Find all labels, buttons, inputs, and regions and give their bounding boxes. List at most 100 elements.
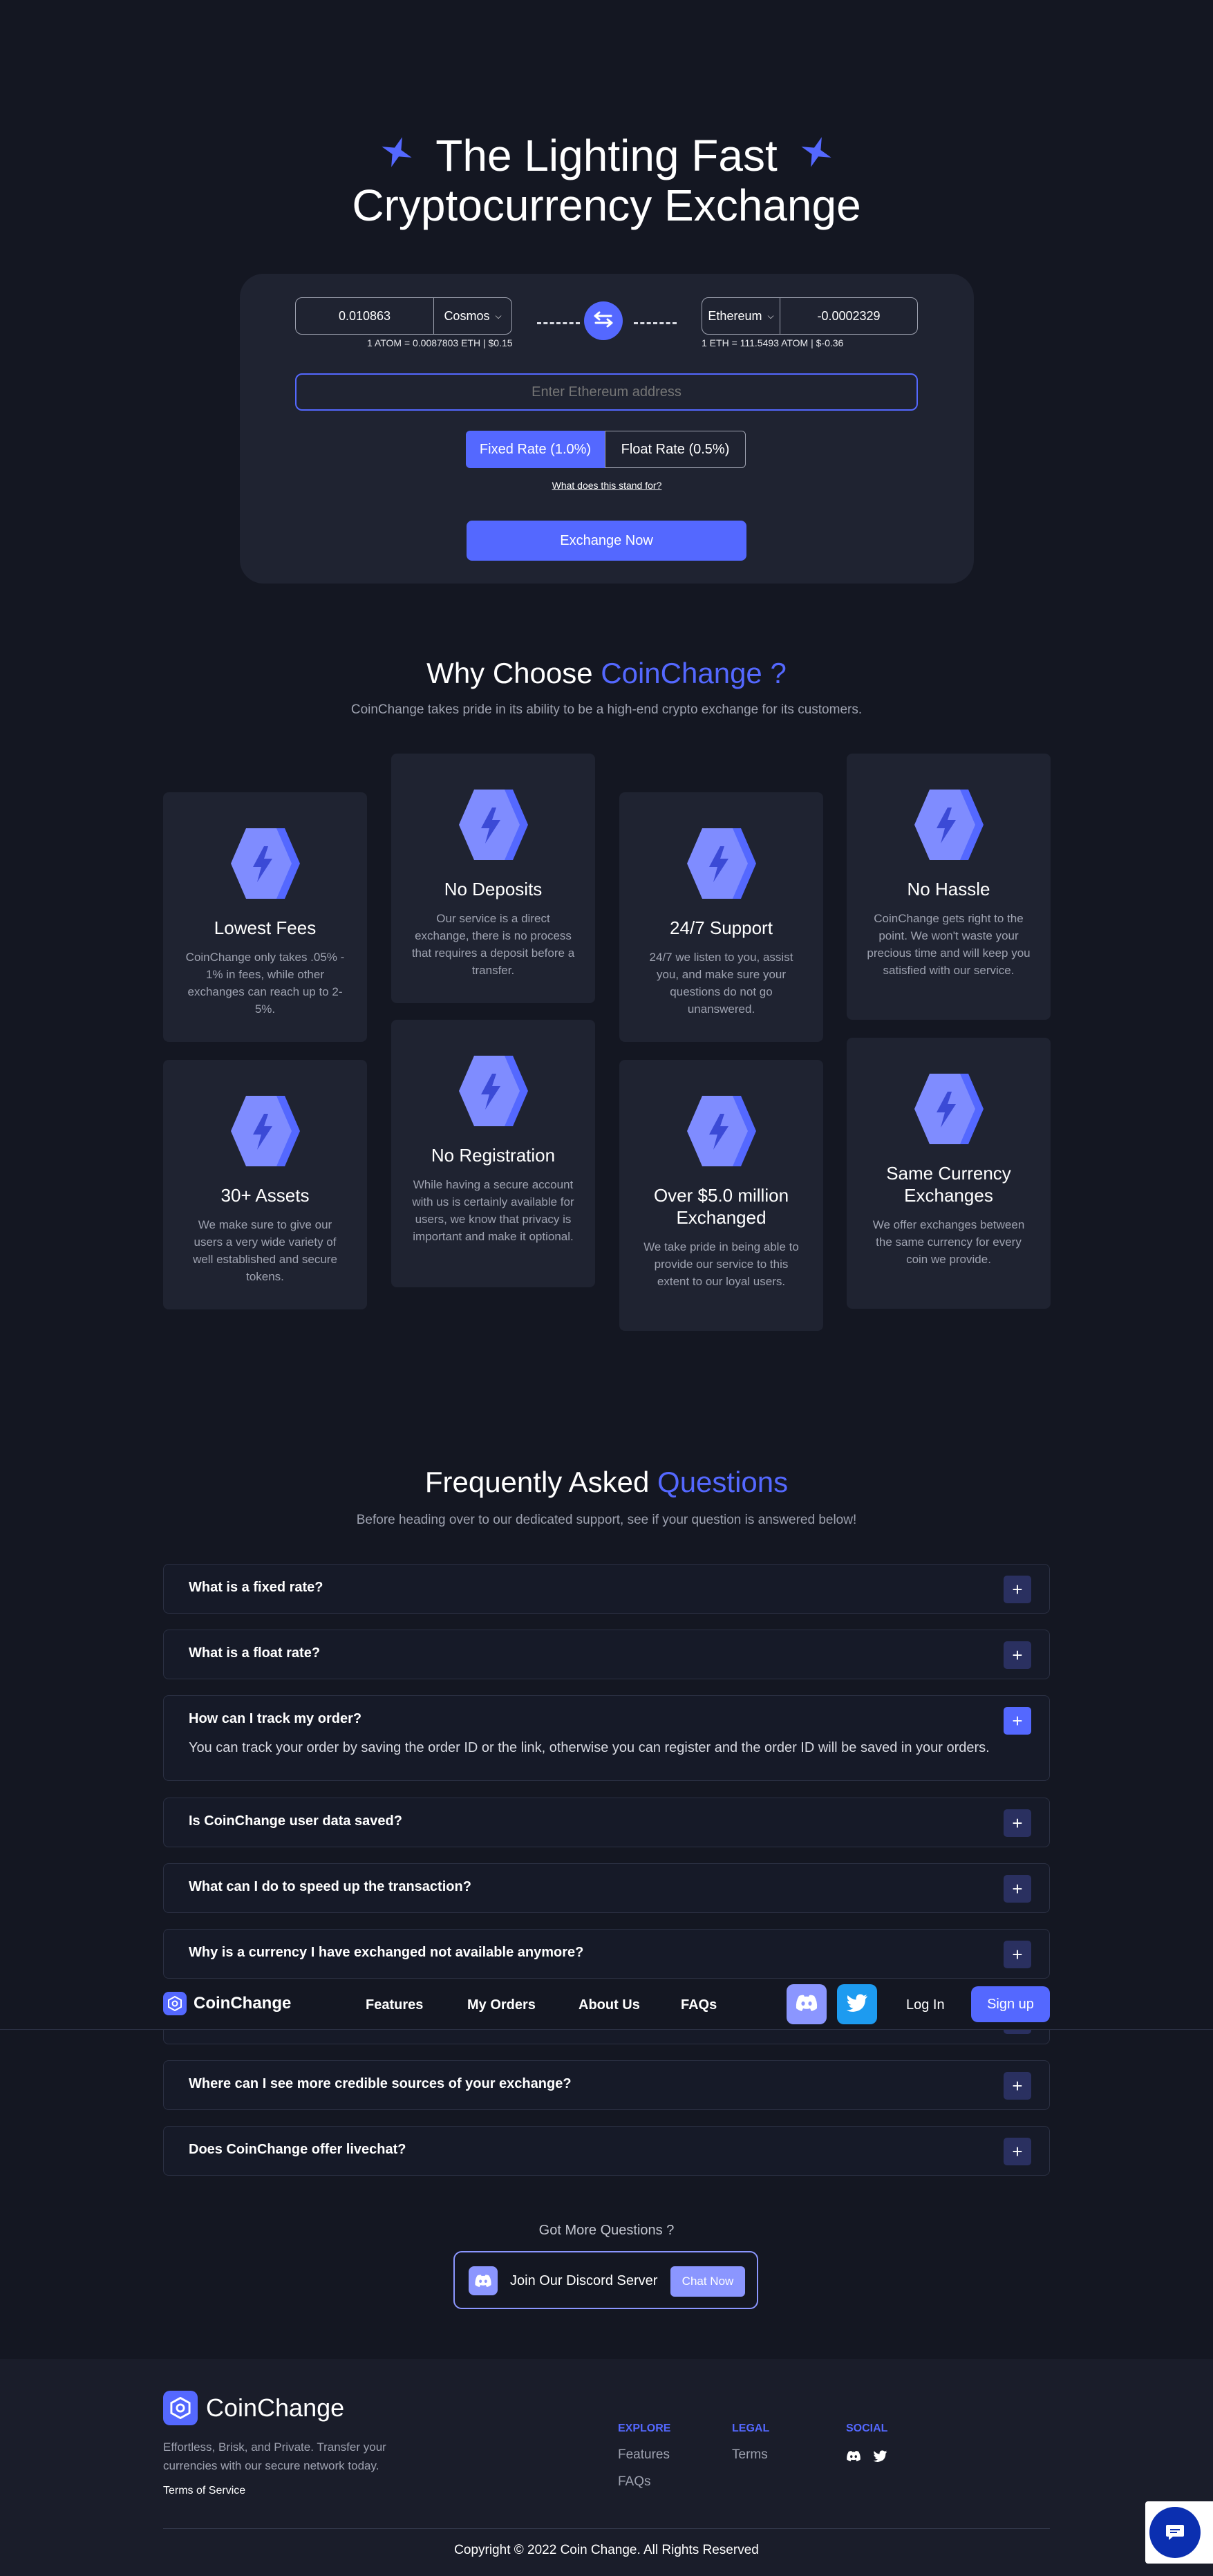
plus-icon[interactable]: + — [1004, 1809, 1031, 1837]
feature-text: While having a secure account with us is… — [412, 1178, 574, 1243]
twitter-icon[interactable] — [873, 2450, 887, 2465]
footer-logo-text: CoinChange — [206, 2393, 345, 2422]
footer-explore-heading: EXPLORE — [618, 2423, 671, 2434]
why-title-prefix: Why Choose — [426, 657, 601, 689]
to-currency-label: Ethereum — [708, 308, 762, 323]
from-currency-select[interactable]: Cosmos ⌵ — [433, 298, 511, 334]
faq-item[interactable]: Why is a currency I have exchanged not a… — [163, 1929, 1050, 1979]
footer: CoinChange Effortless, Brisk, and Privat… — [0, 2359, 1213, 2576]
feature-card: 24/7 Support 24/7 we listen to you, assis… — [619, 792, 823, 1042]
feature-text: CoinChange only takes .05% - 1% in fees,… — [185, 951, 345, 1016]
address-input[interactable] — [295, 373, 918, 411]
faq-question: Is CoinChange user data saved? — [189, 1813, 402, 1829]
lightning-hexagon-icon — [452, 787, 535, 863]
coinchange-logo-icon — [163, 2391, 198, 2425]
signup-button[interactable]: Sign up — [971, 1986, 1050, 2022]
footer-social-heading: SOCIAL — [846, 2423, 888, 2434]
to-currency-select[interactable]: Ethereum ⌵ — [702, 298, 780, 334]
lightning-hexagon-icon — [680, 1093, 763, 1169]
swap-arrows-icon — [593, 311, 614, 331]
feature-title: 24/7 Support — [670, 917, 773, 938]
faq-subtitle: Before heading over to our dedicated sup… — [356, 1513, 857, 1527]
faq-item-expanded[interactable]: How can I track my order? You can track … — [163, 1695, 1050, 1781]
lightning-hexagon-icon — [908, 1071, 990, 1147]
faq-question: How can I track my order? — [189, 1711, 362, 1726]
to-rate-note: 1 ETH = 111.5493 ATOM | $-0.36 — [702, 337, 844, 348]
more-questions-heading: Got More Questions ? — [538, 2223, 675, 2238]
faq-title: Frequently Asked Questions — [0, 1466, 1213, 1499]
chat-bubble-icon[interactable] — [1149, 2507, 1201, 2558]
feature-title: No Deposits — [444, 879, 543, 899]
nav-link-faqs[interactable]: FAQs — [681, 1997, 717, 2013]
faq-item[interactable]: What is a fixed rate? + — [163, 1564, 1050, 1614]
exchange-card: 0.010863 Cosmos ⌵ 1 ATOM = 0.0087803 ETH… — [240, 274, 974, 584]
plus-icon[interactable]: + — [1004, 2138, 1031, 2165]
faq-item[interactable]: Does CoinChange offer livechat? + — [163, 2126, 1050, 2176]
four-point-star-icon — [381, 133, 424, 176]
feature-card: 30+ Assets We make sure to give our users… — [163, 1060, 367, 1309]
swap-button[interactable] — [584, 301, 623, 340]
login-link[interactable]: Log In — [906, 1997, 945, 2013]
nav-logo[interactable]: CoinChange — [163, 1992, 291, 2015]
feature-card: Lowest Fees CoinChange only takes .05% - … — [163, 792, 367, 1042]
hero-title: The Lighting Fast Cryptocurrency Exchang… — [0, 130, 1213, 230]
footer-link-features[interactable]: Features — [618, 2447, 670, 2463]
feature-card: No Hassle CoinChange gets right to the po… — [847, 754, 1051, 1020]
faq-question: What is a float rate? — [189, 1645, 321, 1661]
discord-cta: Join Our Discord Server Chat Now — [453, 2251, 758, 2309]
navbar: CoinChange Features My Orders About Us F… — [0, 1979, 1213, 2030]
feature-text: We take pride in being able to provide o… — [643, 1240, 799, 1288]
plus-icon[interactable]: + — [1004, 1875, 1031, 1903]
chevron-down-icon: ⌵ — [495, 310, 502, 321]
faq-question: Does CoinChange offer livechat? — [189, 2142, 406, 2157]
discord-icon — [469, 2266, 498, 2295]
exchange-now-button[interactable]: Exchange Now — [467, 521, 746, 561]
to-amount-box: Ethereum ⌵ -0.0002329 — [702, 297, 918, 335]
footer-logo[interactable]: CoinChange — [163, 2391, 344, 2425]
four-point-star-icon — [790, 133, 833, 176]
plus-icon[interactable]: + — [1004, 1576, 1031, 1603]
rate-info-link[interactable]: What does this stand for? — [240, 480, 974, 491]
discord-button[interactable] — [787, 1984, 827, 2024]
faq-question: What can I do to speed up the transactio… — [189, 1879, 471, 1894]
faq-title-prefix: Frequently Asked — [424, 1466, 658, 1498]
coinchange-logo-icon — [163, 1992, 187, 2015]
faq-item[interactable]: What can I do to speed up the transactio… — [163, 1863, 1050, 1913]
fixed-rate-button[interactable]: Fixed Rate (1.0%) — [466, 431, 605, 468]
feature-title: 30+ Assets — [220, 1185, 310, 1206]
twitter-icon — [846, 1994, 868, 2015]
footer-link-faqs[interactable]: FAQs — [618, 2474, 651, 2490]
faq-item[interactable]: Is CoinChange user data saved? + — [163, 1798, 1050, 1847]
to-amount-input[interactable]: -0.0002329 — [780, 298, 917, 334]
footer-link-terms[interactable]: Terms — [732, 2447, 768, 2463]
why-title-accent: CoinChange ? — [601, 657, 787, 689]
plus-icon[interactable]: + — [1004, 1941, 1031, 1968]
faq-item[interactable]: What is a float rate? + — [163, 1630, 1050, 1679]
plus-icon[interactable]: + — [1004, 1707, 1031, 1735]
live-chat-widget — [1145, 2501, 1213, 2564]
discord-icon[interactable] — [846, 2450, 861, 2465]
lightning-hexagon-icon — [680, 825, 763, 902]
feature-text: 24/7 we listen to you, assist you, and m… — [649, 951, 793, 1016]
why-title: Why Choose CoinChange ? — [0, 657, 1213, 690]
nav-link-features[interactable]: Features — [366, 1997, 423, 2013]
plus-icon[interactable]: + — [1004, 1641, 1031, 1669]
float-rate-button[interactable]: Float Rate (0.5%) — [605, 431, 746, 468]
plus-icon[interactable]: + — [1004, 2072, 1031, 2100]
twitter-button[interactable] — [837, 1984, 877, 2024]
footer-tagline: Effortless, Brisk, and Private. Transfer… — [163, 2440, 386, 2472]
nav-link-my-orders[interactable]: My Orders — [467, 1997, 536, 2013]
faq-question: What is a fixed rate? — [189, 1580, 323, 1595]
from-amount-input[interactable]: 0.010863 — [296, 298, 433, 334]
feature-card: Same Currency Exchanges We offer exchange… — [847, 1038, 1051, 1309]
terms-of-service-link[interactable]: Terms of Service — [163, 2485, 245, 2497]
chat-now-button[interactable]: Chat Now — [670, 2266, 745, 2297]
nav-logo-text: CoinChange — [194, 1994, 292, 2013]
feature-card: Over $5.0 million Exchanged We take pride… — [619, 1060, 823, 1331]
nav-link-about-us[interactable]: About Us — [579, 1997, 640, 2013]
faq-question: Why is a currency I have exchanged not a… — [189, 1945, 584, 1960]
why-subtitle: CoinChange takes pride in its ability to… — [350, 702, 863, 717]
faq-item[interactable]: Where can I see more credible sources of… — [163, 2060, 1050, 2110]
feature-title: No Registration — [431, 1145, 556, 1166]
rate-toggle: Fixed Rate (1.0%) Float Rate (0.5%) — [466, 431, 746, 468]
